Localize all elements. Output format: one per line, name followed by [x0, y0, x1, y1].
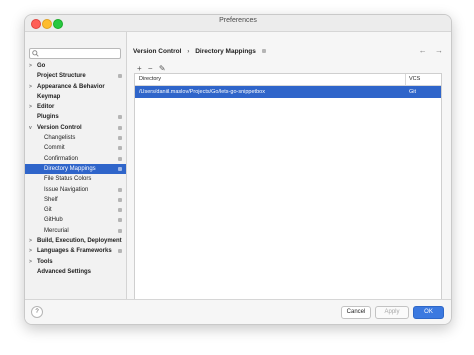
sidebar-item-confirmation[interactable]: Confirmation — [25, 154, 126, 164]
sidebar-item-label: Keymap — [37, 93, 61, 100]
sidebar-item-appearance-behavior[interactable]: > Appearance & Behavior — [25, 82, 126, 92]
project-scope-icon — [118, 115, 122, 120]
dialog-button-bar: ? Cancel Apply OK — [25, 299, 451, 324]
breadcrumb: Version Control › Directory Mappings — [133, 48, 266, 55]
help-button[interactable]: ? — [31, 306, 43, 318]
sidebar-item-label: Languages & Frameworks — [37, 248, 112, 255]
sidebar-item-label: Issue Navigation — [44, 186, 89, 193]
add-mapping-icon[interactable]: + — [137, 64, 142, 73]
sidebar-item-label: Tools — [37, 258, 53, 265]
apply-button[interactable]: Apply — [375, 306, 409, 319]
project-scope-icon — [118, 125, 122, 130]
sidebar-item-label: Commit — [44, 145, 65, 152]
chevron-right-icon[interactable]: > — [29, 257, 32, 267]
window-title: Preferences — [219, 17, 257, 24]
project-scope-icon — [118, 218, 122, 223]
chevron-right-icon[interactable]: > — [29, 236, 32, 246]
settings-sidebar: > Go Project Structure > Appearance & Behavi… — [25, 32, 127, 300]
chevron-right-icon[interactable]: > — [29, 82, 32, 92]
sidebar-item-shelf[interactable]: Shelf — [25, 195, 126, 205]
chevron-down-icon[interactable]: v — [29, 123, 32, 133]
sidebar-item-directory-mappings[interactable]: Directory Mappings — [25, 163, 126, 175]
mapping-toolbar: + − ✎ — [137, 64, 170, 73]
row-vcs[interactable]: Git — [409, 86, 416, 98]
sidebar-item-label: Appearance & Behavior — [37, 83, 105, 90]
remove-mapping-icon[interactable]: − — [148, 64, 153, 73]
chevron-right-icon[interactable]: > — [29, 246, 32, 256]
column-divider[interactable] — [405, 74, 406, 85]
row-directory: /Users/daniil.maslov/Projects/Go/lets-go… — [139, 89, 265, 95]
forward-arrow-icon[interactable]: → — [435, 46, 443, 55]
sidebar-item-git[interactable]: Git — [25, 205, 126, 215]
project-scope-icon — [118, 228, 122, 233]
sidebar-item-label: Mercurial — [44, 227, 69, 234]
project-scope-icon — [118, 74, 122, 79]
project-scope-icon — [118, 136, 122, 141]
edit-mapping-icon[interactable]: ✎ — [159, 64, 166, 73]
project-scope-icon — [118, 166, 122, 171]
sidebar-item-tools[interactable]: > Tools — [25, 257, 126, 267]
project-scope-icon — [261, 49, 266, 54]
sidebar-item-mercurial[interactable]: Mercurial — [25, 226, 126, 236]
sidebar-item-issue-navigation[interactable]: Issue Navigation — [25, 185, 126, 195]
sidebar-item-github[interactable]: GitHub — [25, 215, 126, 225]
sidebar-item-build-execution-deployment[interactable]: > Build, Execution, Deployment — [25, 236, 126, 246]
column-header-vcs[interactable]: VCS — [409, 74, 420, 85]
sidebar-item-label: Changelists — [44, 135, 76, 142]
sidebar-item-version-control[interactable]: v Version Control — [25, 123, 126, 133]
sidebar-item-label: Git — [44, 207, 52, 214]
sidebar-item-changelists[interactable]: Changelists — [25, 133, 126, 143]
sidebar-item-label: Shelf — [44, 196, 58, 203]
sidebar-item-label: Editor — [37, 104, 55, 111]
settings-search-input[interactable] — [29, 48, 121, 59]
sidebar-item-label: Advanced Settings — [37, 268, 92, 275]
project-scope-icon — [118, 146, 122, 151]
title-bar: Preferences — [25, 15, 451, 32]
directory-mappings-table: Directory VCS /Users/daniil.maslov/Proje… — [134, 73, 442, 305]
cancel-button[interactable]: Cancel — [341, 306, 371, 319]
breadcrumb-current: Directory Mappings — [195, 48, 256, 55]
navigation-arrows: ← → — [413, 46, 443, 55]
table-row[interactable]: /Users/daniil.maslov/Projects/Go/lets-go… — [135, 86, 441, 98]
sidebar-item-label: Project Structure — [37, 73, 86, 80]
sidebar-item-languages-frameworks[interactable]: > Languages & Frameworks — [25, 246, 126, 256]
sidebar-item-go[interactable]: > Go — [25, 61, 126, 71]
sidebar-item-editor[interactable]: > Editor — [25, 102, 126, 112]
search-icon — [32, 50, 39, 57]
sidebar-item-file-status-colors[interactable]: File Status Colors — [25, 174, 126, 184]
project-scope-icon — [118, 249, 122, 254]
preferences-window: Preferences > Go Project Structure > Appeara… — [24, 14, 452, 325]
chevron-right-icon[interactable]: > — [29, 102, 32, 112]
settings-tree: > Go Project Structure > Appearance & Behavi… — [25, 61, 126, 277]
project-scope-icon — [118, 156, 122, 161]
sidebar-item-label: Version Control — [37, 124, 82, 131]
column-header-directory[interactable]: Directory — [139, 74, 161, 85]
sidebar-item-advanced-settings[interactable]: Advanced Settings — [25, 267, 126, 277]
breadcrumb-parent[interactable]: Version Control — [133, 48, 181, 55]
sidebar-item-label: File Status Colors — [44, 176, 92, 183]
table-header: Directory VCS — [135, 74, 441, 86]
sidebar-item-plugins[interactable]: Plugins — [25, 112, 126, 122]
sidebar-item-commit[interactable]: Commit — [25, 143, 126, 153]
sidebar-item-label: Go — [37, 63, 46, 69]
breadcrumb-separator: › — [187, 48, 190, 55]
back-arrow-icon[interactable]: ← — [419, 46, 427, 55]
sidebar-item-label: Confirmation — [44, 155, 79, 162]
sidebar-item-keymap[interactable]: Keymap — [25, 92, 126, 102]
project-scope-icon — [118, 208, 122, 213]
ok-button[interactable]: OK — [413, 306, 444, 319]
sidebar-item-label: GitHub — [44, 217, 63, 224]
chevron-right-icon[interactable]: > — [29, 61, 32, 71]
project-scope-icon — [118, 187, 122, 192]
settings-content: Version Control › Directory Mappings ← →… — [127, 32, 451, 308]
sidebar-item-label: Directory Mappings — [44, 165, 96, 172]
project-scope-icon — [118, 197, 122, 202]
sidebar-item-label: Plugins — [37, 114, 59, 121]
sidebar-item-label: Build, Execution, Deployment — [37, 238, 122, 245]
sidebar-item-project-structure[interactable]: Project Structure — [25, 71, 126, 81]
